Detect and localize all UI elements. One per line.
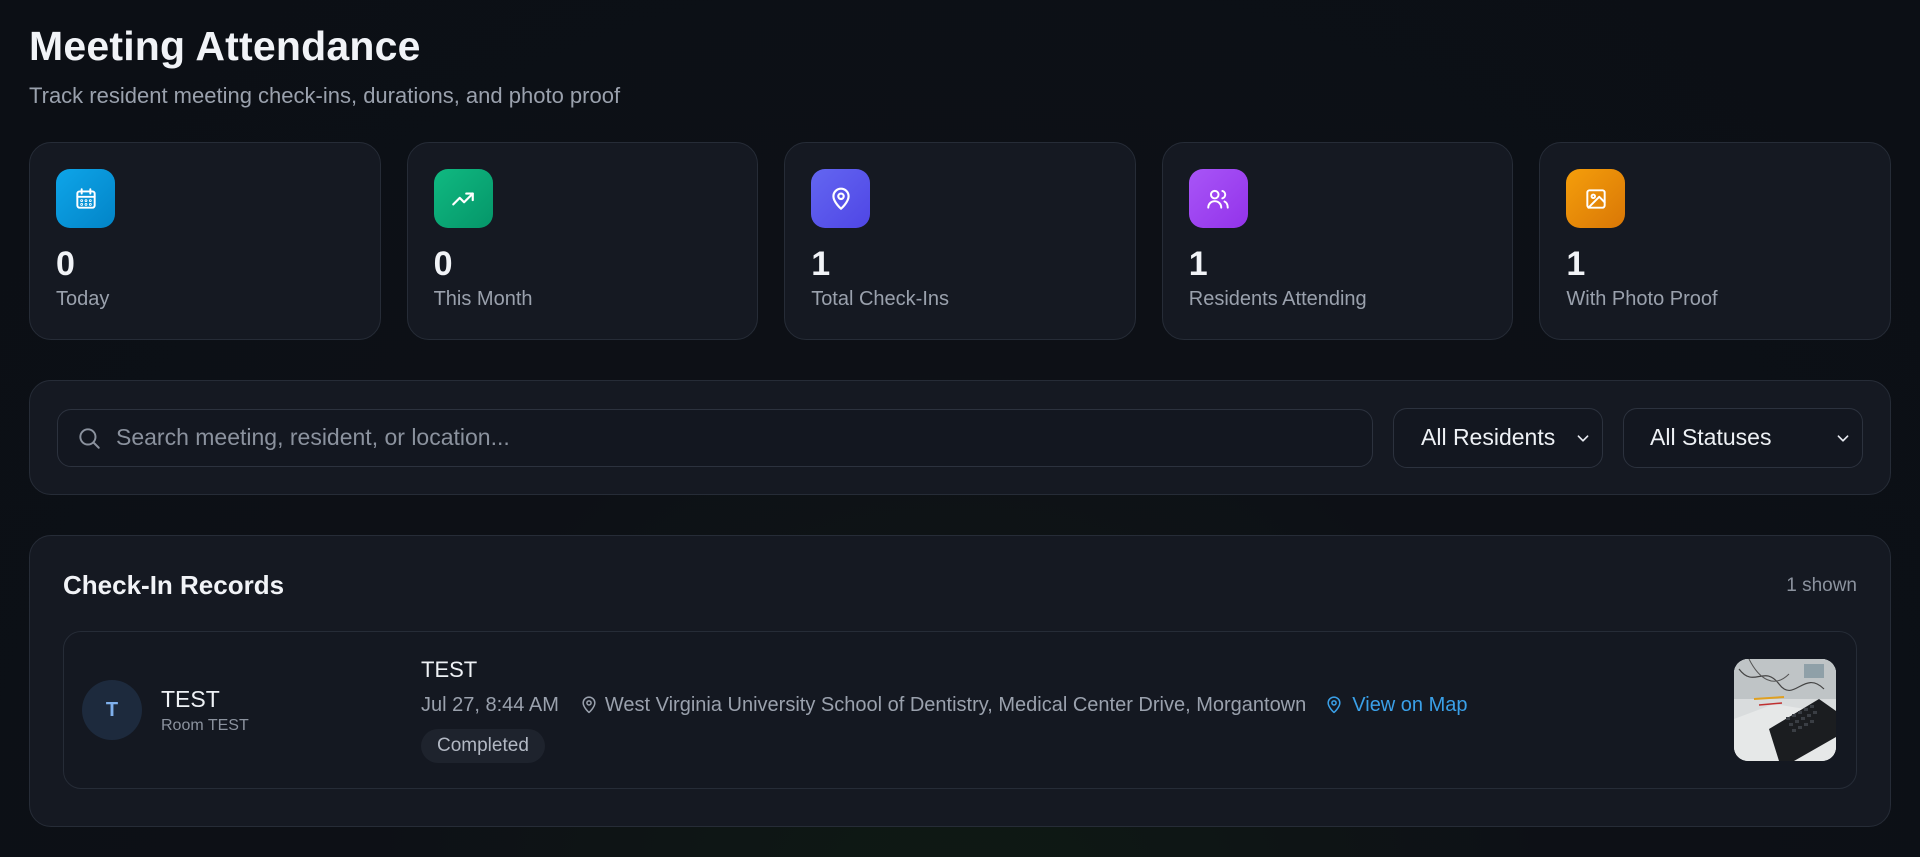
stat-label: Total Check-Ins [811, 288, 950, 310]
records-header: Check-In Records 1 shown [63, 570, 1857, 601]
search-box[interactable] [57, 408, 1373, 467]
stat-card-photo-proof: 1 With Photo Proof [1539, 142, 1891, 340]
chevron-down-icon [1837, 434, 1849, 442]
stat-value: 1 [811, 245, 831, 283]
view-on-map-link[interactable]: View on Map [1324, 693, 1468, 717]
record-row[interactable]: T TEST Room TEST TEST Jul 27, 8:44 AM We… [63, 631, 1857, 789]
resident-info: TEST Room TEST [161, 685, 249, 735]
stat-value: 0 [56, 245, 75, 283]
map-pin-icon [811, 169, 871, 228]
resident-name: TEST [161, 686, 220, 712]
photo-proof-thumbnail[interactable] [1734, 659, 1836, 761]
resident-filter-value: All Residents [1421, 424, 1556, 450]
stat-value: 0 [433, 245, 453, 283]
map-pin-icon [582, 696, 596, 714]
page-header: Meeting Attendance Track resident meetin… [29, 0, 1891, 109]
search-icon [79, 427, 100, 449]
photo-proof-image [1734, 659, 1836, 761]
records-title: Check-In Records [63, 570, 285, 600]
meeting-datetime: Jul 27, 8:44 AM [421, 694, 559, 716]
page-title: Meeting Attendance [29, 23, 421, 69]
users-icon [1188, 169, 1248, 228]
status-filter-select[interactable]: All Statuses [1623, 407, 1863, 468]
stat-value: 1 [1188, 245, 1208, 283]
map-pin-icon [1327, 696, 1341, 714]
chevron-down-icon [1577, 434, 1589, 442]
image-icon [1566, 169, 1626, 228]
record-resident: T TEST Room TEST [82, 680, 421, 740]
stat-label: Today [56, 288, 110, 310]
status-badge: Completed [421, 729, 545, 763]
stat-card-residents-attending: 1 Residents Attending [1161, 142, 1514, 340]
stat-card-total-check-ins: 1 Total Check-Ins [784, 142, 1136, 340]
filters-bar: All Residents All Statuses [29, 380, 1891, 495]
resident-filter-select[interactable]: All Residents [1393, 407, 1603, 468]
page-subtitle: Track resident meeting check-ins, durati… [29, 83, 621, 108]
stat-label: This Month [433, 288, 533, 310]
trending-up-icon [433, 169, 493, 228]
meeting-meta: Jul 27, 8:44 AM West Virginia University… [421, 693, 1734, 717]
stat-label: Residents Attending [1188, 288, 1367, 310]
stat-label: With Photo Proof [1566, 288, 1718, 310]
stat-card-this-month: 0 This Month [406, 142, 759, 340]
stat-value: 1 [1566, 245, 1586, 283]
meeting-name: TEST [421, 657, 478, 682]
meeting-location: West Virginia University School of Denti… [604, 694, 1307, 716]
search-input[interactable] [116, 409, 1354, 466]
record-meeting: TEST Jul 27, 8:44 AM West Virginia Unive… [421, 657, 1734, 763]
records-count: 1 shown [1786, 574, 1857, 596]
status-filter-value: All Statuses [1650, 424, 1772, 450]
stats-row: 0 Today 0 This Month 1 Total Check-Ins 1… [29, 142, 1891, 340]
avatar: T [82, 680, 142, 740]
calendar-icon [56, 169, 115, 228]
view-on-map-label: View on Map [1352, 694, 1468, 716]
stat-card-today: 0 Today [29, 142, 381, 340]
resident-room: Room TEST [161, 717, 249, 734]
meeting-attendance-page: Meeting Attendance Track resident meetin… [0, 0, 1920, 857]
check-in-records-panel: Check-In Records 1 shown T TEST Room TES… [29, 535, 1891, 827]
